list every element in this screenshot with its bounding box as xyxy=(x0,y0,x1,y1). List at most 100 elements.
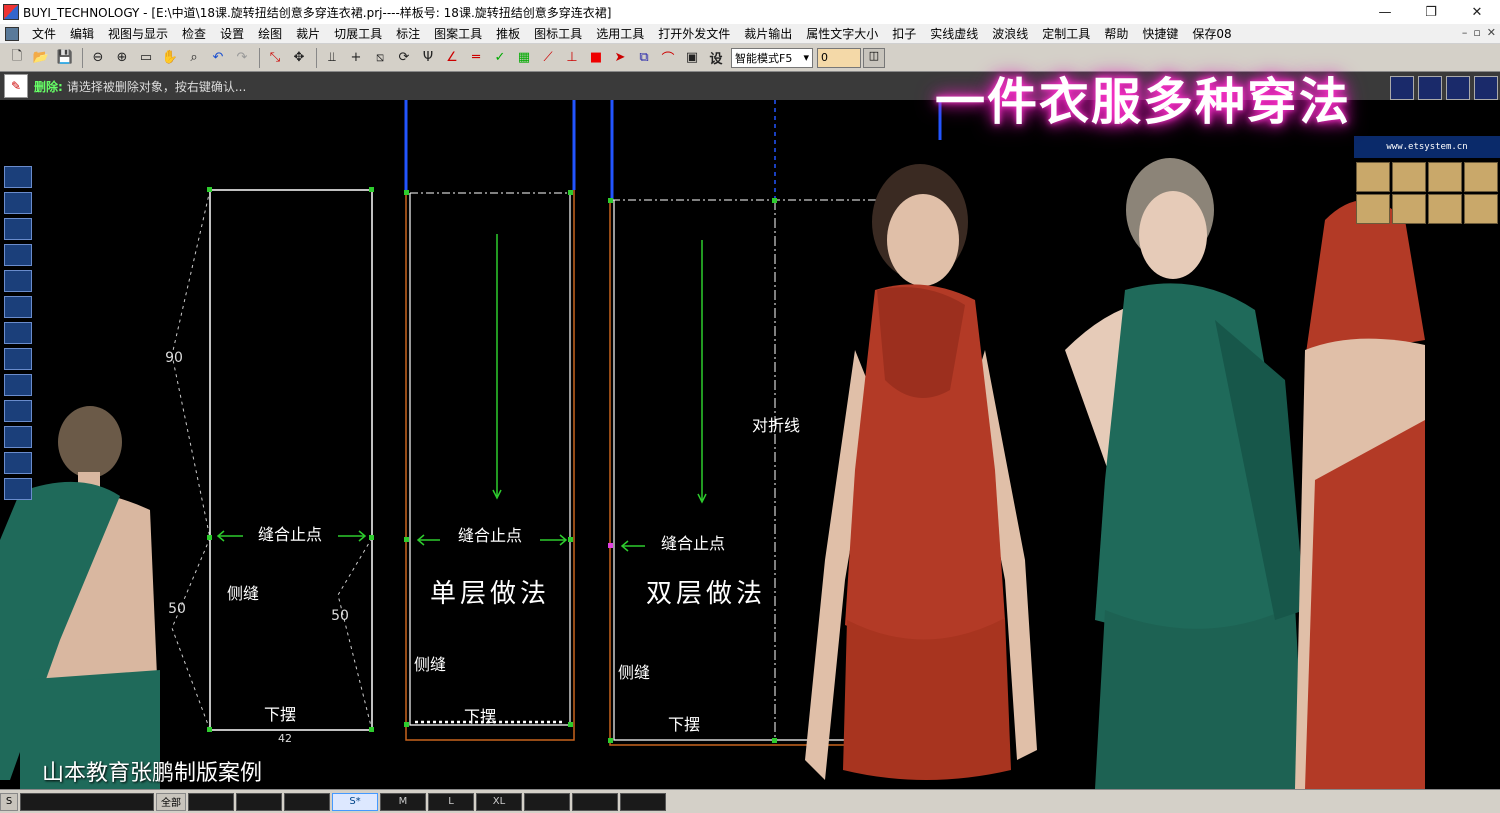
trim-icon[interactable]: ⧅ xyxy=(369,47,391,69)
front-view-teal-model xyxy=(1065,158,1305,789)
fit-window-icon[interactable]: ▭ xyxy=(135,47,157,69)
left-pattern-piece[interactable] xyxy=(171,187,374,732)
menu-check[interactable]: 检查 xyxy=(175,25,213,42)
undo-icon[interactable]: ↶ xyxy=(207,47,229,69)
arrow-move-icon[interactable]: ➤ xyxy=(609,47,631,69)
zoom-in-icon[interactable]: ⊕ xyxy=(111,47,133,69)
open-folder-icon[interactable]: 📂 xyxy=(30,47,52,69)
new-file-icon[interactable]: 🗋 xyxy=(6,47,28,69)
menu-annotate[interactable]: 标注 xyxy=(389,25,427,42)
select-tool-icon[interactable] xyxy=(4,166,32,188)
help-tool-icon[interactable] xyxy=(4,348,32,370)
rotate-icon[interactable]: ⟳ xyxy=(393,47,415,69)
document-icon[interactable] xyxy=(5,26,19,41)
all-sizes-button[interactable]: 全部 xyxy=(156,792,186,811)
image-icon[interactable]: ▣ xyxy=(681,47,703,69)
chart-icon[interactable] xyxy=(1418,76,1442,100)
size-s-button[interactable]: S* xyxy=(332,792,378,811)
title-bar: BUYI_TECHNOLOGY - [E:\中道\18课.旋转扭结创意多穿连衣裙… xyxy=(0,0,1500,24)
measure-tape-icon[interactable] xyxy=(1356,162,1390,192)
menu-wave-line[interactable]: 波浪线 xyxy=(985,25,1035,42)
menu-view[interactable]: 视图与显示 xyxy=(101,25,175,42)
menu-grading[interactable]: 推板 xyxy=(489,25,527,42)
number-input[interactable]: 0 xyxy=(817,47,861,68)
wave-icon[interactable] xyxy=(1464,162,1498,192)
corner-tool-icon[interactable] xyxy=(4,244,32,266)
settings-label[interactable]: 设 xyxy=(705,47,727,69)
fork-icon[interactable]: Ψ xyxy=(417,47,439,69)
corner-icon[interactable] xyxy=(1464,194,1498,224)
size-xl-button[interactable]: XL xyxy=(476,792,522,811)
redo-icon[interactable]: ↷ xyxy=(231,47,253,69)
cross-icon[interactable]: + xyxy=(345,47,367,69)
move-point-icon[interactable]: ✥ xyxy=(288,47,310,69)
menu-custom-tools[interactable]: 定制工具 xyxy=(1035,25,1097,42)
minimize-button[interactable]: — xyxy=(1362,0,1408,24)
menu-text-size[interactable]: 属性文字大小 xyxy=(799,25,885,42)
pen-icon[interactable] xyxy=(1390,76,1414,100)
menu-help[interactable]: 帮助 xyxy=(1097,25,1135,42)
menu-slash-spread[interactable]: 切展工具 xyxy=(327,25,389,42)
check-icon[interactable]: ✓ xyxy=(489,47,511,69)
menu-piece-output[interactable]: 裁片输出 xyxy=(737,25,799,42)
button-icon[interactable] xyxy=(1428,162,1462,192)
arc-tool-icon[interactable] xyxy=(4,426,32,448)
angle-icon[interactable]: ∠ xyxy=(441,47,463,69)
menu-draw[interactable]: 绘图 xyxy=(251,25,289,42)
line-tool-icon[interactable] xyxy=(4,218,32,240)
menu-piece[interactable]: 裁片 xyxy=(289,25,327,42)
curve-icon[interactable]: ⌒ xyxy=(657,47,679,69)
rectangle-tool-icon[interactable] xyxy=(4,296,32,318)
mdi-minimize-button[interactable]: – xyxy=(1462,26,1468,39)
menu-select-tools[interactable]: 选用工具 xyxy=(589,25,651,42)
single-layer-pattern-piece[interactable] xyxy=(404,100,576,741)
menu-shortcuts[interactable]: 快捷键 xyxy=(1135,25,1185,42)
save-tool-icon[interactable] xyxy=(4,478,32,500)
menu-settings[interactable]: 设置 xyxy=(213,25,251,42)
menu-pattern-tools[interactable]: 图案工具 xyxy=(427,25,489,42)
menu-line-style[interactable]: 实线虚线 xyxy=(923,25,985,42)
divide-tool-icon[interactable] xyxy=(4,270,32,292)
printer-icon[interactable] xyxy=(1474,76,1498,100)
menu-icon-tools[interactable]: 图标工具 xyxy=(527,25,589,42)
frame-tool-icon[interactable] xyxy=(4,322,32,344)
size-m-button[interactable]: M xyxy=(380,792,426,811)
menu-buttons[interactable]: 扣子 xyxy=(885,25,923,42)
eraser-icon[interactable]: ✎ xyxy=(4,74,28,98)
size-l-button[interactable]: L xyxy=(428,792,474,811)
palette-icon[interactable] xyxy=(1446,76,1470,100)
mirror-icon[interactable]: ⧉ xyxy=(633,47,655,69)
zoom-out-icon[interactable]: ⊖ xyxy=(87,47,109,69)
status-s-cell[interactable]: S xyxy=(0,792,18,811)
zoom-window-icon[interactable]: ⌕ xyxy=(183,47,205,69)
measure-icon[interactable]: ⟋ xyxy=(537,47,559,69)
close-button[interactable]: ✕ xyxy=(1454,0,1500,24)
pleat-icon[interactable] xyxy=(1356,194,1390,224)
shape-tool-icon[interactable] xyxy=(4,374,32,396)
grid-icon[interactable]: ▦ xyxy=(513,47,535,69)
save-icon[interactable]: 💾 xyxy=(54,47,76,69)
align-icon[interactable]: ⫫ xyxy=(321,47,343,69)
restore-button[interactable]: ❐ xyxy=(1408,0,1454,24)
mdi-restore-button[interactable]: ▫ xyxy=(1473,26,1480,39)
drawing-canvas[interactable]: 90 50 50 42 缝合止点 侧缝 下摆 缝合止点 单层做法 侧缝 下摆 缝… xyxy=(0,100,1500,789)
ruler-icon[interactable]: ⊥ xyxy=(561,47,583,69)
color-swatch-icon[interactable]: ■ xyxy=(585,47,607,69)
curve-tool-icon[interactable] xyxy=(4,400,32,422)
delete-point-icon[interactable]: ⤡ xyxy=(264,47,286,69)
apply-icon[interactable]: ◫ xyxy=(863,47,885,68)
menu-save08[interactable]: 保存08 xyxy=(1185,25,1238,42)
notch-icon[interactable] xyxy=(1392,194,1426,224)
mode-select[interactable]: 智能模式F5 ▾ xyxy=(731,47,813,68)
parallel-icon[interactable]: ═ xyxy=(465,47,487,69)
pan-hand-icon[interactable]: ✋ xyxy=(159,47,181,69)
dart-icon[interactable] xyxy=(1392,162,1426,192)
menu-edit[interactable]: 编辑 xyxy=(63,25,101,42)
mdi-close-button[interactable]: ✕ xyxy=(1487,26,1496,39)
back-tool-icon[interactable] xyxy=(4,192,32,214)
website-url[interactable]: www.etsystem.cn xyxy=(1354,136,1500,158)
menu-file[interactable]: 文件 xyxy=(25,25,63,42)
zipper-icon[interactable] xyxy=(1428,194,1462,224)
slope-tool-icon[interactable] xyxy=(4,452,32,474)
menu-open-external[interactable]: 打开外发文件 xyxy=(651,25,737,42)
